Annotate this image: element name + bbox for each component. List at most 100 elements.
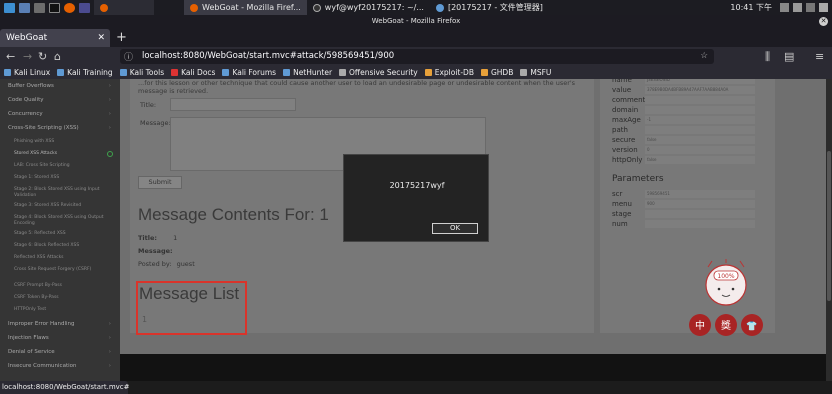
sidebar-lesson-item[interactable]: Phishing with XSS [0,139,120,145]
sidebar-lesson-item[interactable]: Stage 4: Block Stored XSS using Output E… [0,215,120,227]
bookmark-label: Kali Forums [232,68,277,77]
sidebar-category[interactable]: Denial of Service › [0,349,120,355]
meta-title-label: Title: [138,234,158,242]
sidebar-category[interactable]: Code Quality › [0,97,120,103]
sidebar-category[interactable]: Injection Flaws › [0,335,120,341]
sidebar-lesson-label: CSRF Token By-Pass [14,295,59,300]
taskbar-task-firefox[interactable]: WebGoat - Mozilla Firef... [184,0,307,15]
message-list-link[interactable]: 1 [142,315,147,324]
scrollbar-thumb[interactable] [827,151,831,301]
ok-button[interactable]: OK [432,223,478,234]
bookmark-item[interactable]: NetHunter [283,68,332,77]
sidebar-lesson-item[interactable]: Stage 3: Stored XSS Revisited [0,203,120,209]
sidebar-lesson-label: Reflected XSS Attacks [14,255,64,260]
sidebar-category[interactable]: Cross-Site Scripting (XSS) › [0,125,120,131]
chevron-right-icon: › [108,125,111,131]
sidebar-category-label: Concurrency [8,111,43,117]
mascot-sticker: 100% 中 獎 👕 [689,259,763,336]
meta-message-row: Message: [138,247,173,255]
taskbar-task-files[interactable]: [20175217 - 文件管理器] [430,0,549,15]
cookie-key: httpOnly [612,156,643,164]
tab-webgoat[interactable]: WebGoat ✕ [0,29,110,47]
taskbar-task-terminal[interactable]: wyf@wyf20175217: ~/... [307,0,430,15]
clock[interactable]: 10:41 下午 [730,2,776,13]
firefox-task-icon [100,3,108,12]
firefox-icon[interactable] [64,2,75,13]
terminal-icon [312,3,321,12]
menu-icon[interactable]: ≡ [815,49,824,64]
sidebar-lesson-item[interactable]: Stored XSS Attacks [0,151,120,157]
sidebar-lesson-item[interactable]: CSRF Prompt By-Pass [0,283,120,289]
bookmark-item[interactable]: Kali Training [57,68,113,77]
sidebar-lesson-label: Cross Site Request Forgery (CSRF) [14,267,92,272]
sidebar-lesson-item[interactable]: LAB: Cross Site Scripting [0,163,120,169]
meta-title-row: Title: 1 [138,234,177,242]
bookmark-item[interactable]: Offensive Security [339,68,418,77]
bookmark-item[interactable]: GHDB [480,68,513,77]
sidebar-lesson-item[interactable]: Reflected XSS Attacks [0,255,120,261]
app-menu-icon[interactable] [4,2,15,13]
alert-dialog: 20175217wyf OK [343,154,489,242]
cookie-key: secure [612,136,636,144]
tray-network-icon[interactable] [780,3,789,12]
submit-button[interactable]: Submit [138,176,182,189]
home-icon[interactable]: ⌂ [54,49,61,64]
sidebar-lesson-item[interactable]: Cross Site Request Forgery (CSRF) [0,267,120,273]
close-tab-icon[interactable]: ✕ [97,29,105,47]
cookie-row: comment [612,95,762,105]
taskbar-workspace-indicator[interactable] [94,0,154,15]
terminal-icon[interactable] [49,2,60,13]
tray-display-icon[interactable] [806,3,815,12]
back-icon[interactable]: ← [6,49,15,64]
cookie-row: path [612,125,762,135]
info-icon[interactable]: ⓘ [124,51,133,66]
sidebar-toggle-icon[interactable]: ▤ [784,49,794,64]
sidebar-lesson-item[interactable]: Stage 6: Block Reflected XSS [0,243,120,249]
sidebar-lesson-item[interactable]: HTTPOnly Test [0,307,120,313]
completed-check-icon [107,151,113,157]
bookmark-label: Offensive Security [349,68,418,77]
meta-posted-row: Posted by: guest [138,260,195,268]
reload-icon[interactable]: ↻ [38,49,47,64]
library-icon[interactable]: ⫼ [765,49,770,64]
cookie-value: false [645,156,755,164]
bookmark-item[interactable]: Kali Tools [119,68,164,77]
bookmark-item[interactable]: Kali Forums [222,68,276,77]
bookmark-icon [4,69,11,76]
message-label: Message: [140,119,171,127]
workspace-icon[interactable] [79,2,90,13]
page-scrollbar[interactable] [826,79,832,381]
cookie-value: 0 [645,146,755,154]
sidebar-category[interactable]: Insecure Communication › [0,363,120,369]
sidebar-category[interactable]: Buffer Overflows › [0,83,120,89]
bookmark-icon [480,69,488,76]
bookmark-label: NetHunter [293,68,333,77]
sidebar-category[interactable]: Concurrency › [0,111,120,117]
new-tab-icon[interactable]: + [116,28,127,47]
title-input[interactable] [170,98,296,111]
close-icon[interactable]: ✕ [819,17,828,26]
sidebar-lesson-label: Phishing with XSS [14,139,55,144]
bookmark-item[interactable]: Kali Linux [4,68,50,77]
chevron-right-icon: › [108,111,111,117]
sidebar-lesson-item[interactable]: Stage 1: Stored XSS [0,175,120,181]
sidebar-lesson-item[interactable]: CSRF Token By-Pass [0,295,120,301]
tray-volume-icon[interactable] [793,3,802,12]
desktop-icon[interactable] [19,2,30,13]
bookmark-item[interactable]: Kali Docs [171,68,215,77]
bookmark-item[interactable]: Exploit-DB [424,68,474,77]
sidebar-lesson-item[interactable]: Stage 2: Block Stored XSS using Input Va… [0,187,120,199]
chevron-right-icon: › [108,363,111,369]
sidebar-category[interactable]: Improper Error Handling › [0,321,120,327]
forward-icon[interactable]: → [23,49,32,64]
sidebar-lesson-item[interactable]: Stage 5: Reflected XSS [0,231,120,237]
tray-power-icon[interactable] [819,3,828,12]
chevron-right-icon: › [108,97,111,103]
files-icon[interactable] [34,2,45,13]
sidebar-lesson-label: Stage 3: Stored XSS Revisited [14,203,82,208]
url-bar[interactable]: ⓘ localhost:8080/WebGoat/start.mvc#attac… [120,49,714,64]
sidebar-lesson-label: Stage 1: Stored XSS [14,175,60,180]
cookie-key: domain [612,106,639,114]
bookmark-item[interactable]: MSFU [520,68,551,77]
bookmark-star-icon[interactable]: ☆ [700,49,708,64]
